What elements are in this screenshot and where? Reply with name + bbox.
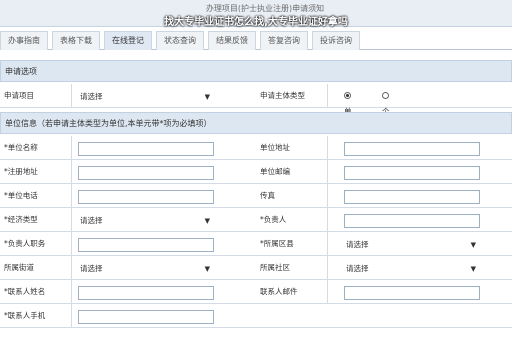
tab-online-register[interactable]: 在线登记: [104, 31, 152, 50]
leader-label: *负责人: [256, 208, 328, 232]
form-row: *负责人职务 *所属区县 请选择 ▼: [0, 232, 512, 256]
form-row: *联系人姓名 联系人邮件: [0, 280, 512, 304]
form-row: 所属街道 请选择 ▼ 所属社区 请选择 ▼: [0, 256, 512, 280]
form-row: *联系人手机: [0, 304, 512, 328]
unit-phone-input[interactable]: [78, 190, 214, 204]
radio-on-icon: [344, 91, 351, 99]
contact-email-input[interactable]: [344, 286, 480, 300]
overlay-caption: 找大专毕业证书怎么找,大专毕业证好拿吗: [164, 17, 348, 28]
subject-type-label: 申请主体类型: [256, 84, 328, 108]
street-select[interactable]: 请选择 ▼: [78, 262, 214, 276]
section-title: 申请选项: [5, 67, 37, 76]
reg-address-input[interactable]: [78, 166, 214, 180]
tab-bar: 办事指南 表格下载 在线登记 状态查询 结果反馈 答复咨询 投诉咨询: [0, 31, 512, 50]
unit-postcode-input[interactable]: [344, 166, 480, 180]
form-row: *单位电话 传真: [0, 184, 512, 208]
unit-postcode-label: 单位邮编: [256, 160, 328, 184]
dropdown-arrow-icon: ▼: [204, 217, 210, 225]
form-row: *单位名称 单位地址: [0, 136, 512, 160]
reg-address-label: *注册地址: [0, 160, 72, 184]
tab-status[interactable]: 状态查询: [156, 31, 204, 50]
apply-row: 申请项目 请选择 ▼ 申请主体类型 单位 个人: [0, 84, 512, 132]
tab-download[interactable]: 表格下载: [52, 31, 100, 50]
section-apply-option: 申请选项: [0, 60, 512, 82]
unit-name-label: *单位名称: [0, 136, 72, 160]
unit-address-input[interactable]: [344, 142, 480, 156]
leader-post-label: *负责人职务: [0, 232, 72, 256]
project-select[interactable]: 请选择 ▼: [78, 90, 214, 104]
form-row: *注册地址 单位邮编: [0, 160, 512, 184]
unit-phone-label: *单位电话: [0, 184, 72, 208]
fax-label: 传真: [256, 184, 328, 208]
dropdown-arrow-icon: ▼: [470, 265, 476, 273]
form-row: *经济类型 请选择 ▼ *负责人: [0, 208, 512, 232]
economy-type-select[interactable]: 请选择 ▼: [78, 214, 214, 228]
dropdown-arrow-icon: ▼: [470, 241, 476, 249]
contact-email-label: 联系人邮件: [256, 280, 328, 304]
contact-mobile-input[interactable]: [78, 310, 214, 324]
section-title: 单位信息（若申请主体类型为单位,本单元带*项为必填项）: [5, 119, 212, 128]
tab-complaint[interactable]: 投诉咨询: [312, 31, 360, 50]
economy-type-label: *经济类型: [0, 208, 72, 232]
tab-reply[interactable]: 答复咨询: [260, 31, 308, 50]
project-label: 申请项目: [0, 84, 72, 108]
unit-name-input[interactable]: [78, 142, 214, 156]
unit-address-label: 单位地址: [256, 136, 328, 160]
district-label: *所属区县: [256, 232, 328, 256]
contact-name-label: *联系人姓名: [0, 280, 72, 304]
tab-guide[interactable]: 办事指南: [0, 31, 48, 50]
contact-name-input[interactable]: [78, 286, 214, 300]
street-label: 所属街道: [0, 256, 72, 280]
dropdown-arrow-icon: ▼: [204, 93, 210, 101]
district-select[interactable]: 请选择 ▼: [344, 238, 480, 252]
fax-input[interactable]: [344, 190, 480, 204]
dropdown-arrow-icon: ▼: [204, 265, 210, 273]
contact-mobile-label: *联系人手机: [0, 304, 72, 328]
app-frame: 办理项目(护士执业注册)申请须知 找大专毕业证书怎么找,大专毕业证好拿吗 办事指…: [0, 0, 512, 340]
community-label: 所属社区: [256, 256, 328, 280]
leader-input[interactable]: [344, 214, 480, 228]
community-select[interactable]: 请选择 ▼: [344, 262, 480, 276]
radio-off-icon: [382, 91, 389, 99]
section-unit-info: 单位信息（若申请主体类型为单位,本单元带*项为必填项）: [0, 112, 512, 134]
leader-post-input[interactable]: [78, 238, 214, 252]
tab-result[interactable]: 结果反馈: [208, 31, 256, 50]
title-bar: 办理项目(护士执业注册)申请须知 找大专毕业证书怎么找,大专毕业证好拿吗: [0, 0, 512, 28]
